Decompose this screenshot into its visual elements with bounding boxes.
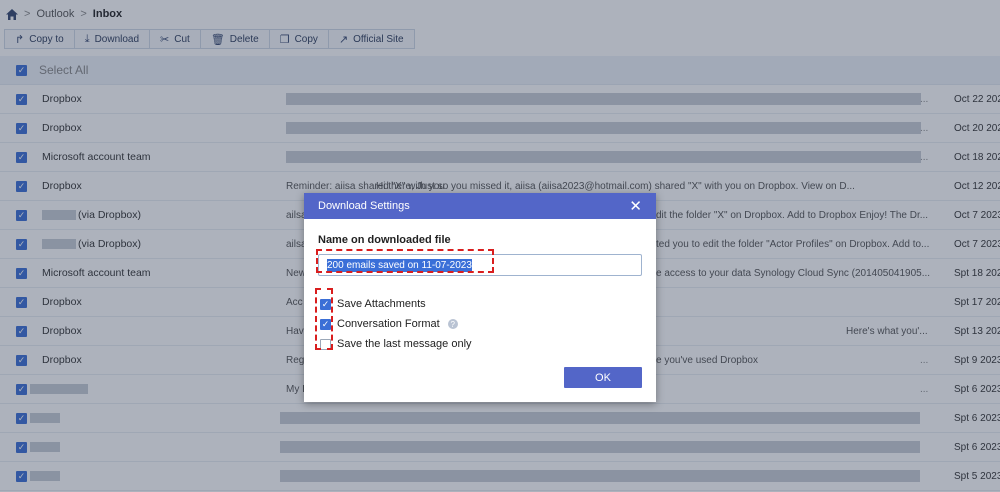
option-checkbox[interactable] [320,338,331,350]
ok-button[interactable]: OK [564,367,642,388]
option-2[interactable]: Save the last message only [318,334,642,354]
option-1[interactable]: ✓ Conversation Format? [318,314,642,334]
file-name-input[interactable]: 200 emails saved on 11-07-2023 [318,254,642,276]
help-icon[interactable]: ? [447,319,458,329]
dialog-title: Download Settings [318,200,410,212]
dialog-header: Download Settings ✕ [304,193,656,219]
file-name-label: Name on downloaded file [318,234,451,246]
close-icon[interactable]: ✕ [629,199,642,214]
download-options: ✓ Save Attachments ✓ Conversation Format? Sa… [318,294,642,354]
option-checkbox[interactable]: ✓ [320,318,331,330]
download-settings-dialog: Download Settings ✕ Name on downloaded f… [304,193,656,402]
file-name-value: 200 emails saved on 11-07-2023 [327,258,472,272]
option-label: Conversation Format [337,318,440,330]
option-checkbox[interactable]: ✓ [320,298,331,310]
option-label: Save Attachments [337,298,426,310]
option-0[interactable]: ✓ Save Attachments [318,294,642,314]
option-label: Save the last message only [337,338,472,350]
